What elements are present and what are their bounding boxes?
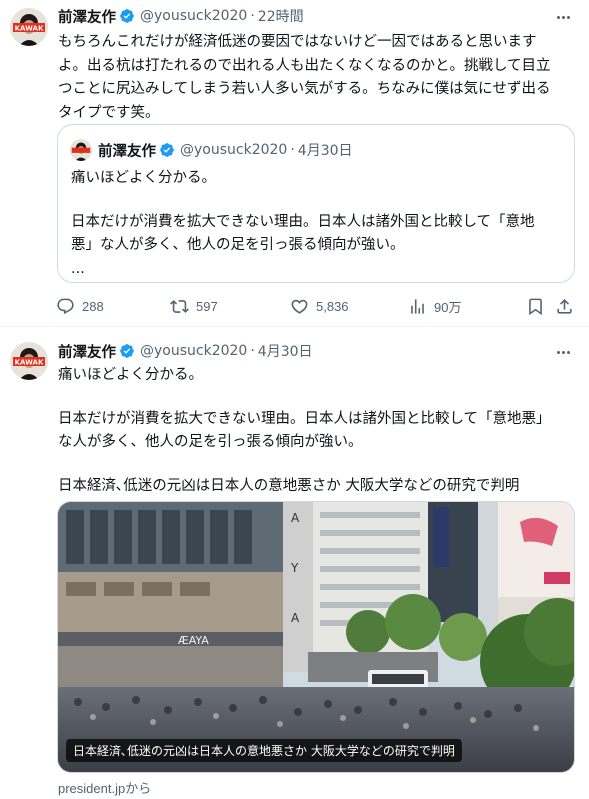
quote-text-line: 痛いほどよく分かる。 <box>71 170 216 186</box>
retweet-button[interactable]: 597 <box>170 294 218 318</box>
views-button[interactable]: 90万 <box>408 294 461 318</box>
svg-text:ÆAYA: ÆAYA <box>178 634 209 647</box>
tweet-text-line: もちろんこれだけが経済低迷の要因ではないけど一因ではあると思います <box>58 34 537 50</box>
separator: · <box>290 142 295 158</box>
timestamp[interactable]: 4月30日 <box>258 341 313 361</box>
link-card-source[interactable]: president.jpから <box>58 778 151 797</box>
tweet[interactable]: KAWAK 前澤友作 @yousuck2020 · 22時間 もちろんこれだけが… <box>0 0 589 326</box>
tweet-text-line: 日本だけが消費を拡大できない理由。日本人は諸外国と比較して「意地悪」 <box>58 410 551 427</box>
bookmark-button[interactable] <box>526 294 545 318</box>
view-count: 90万 <box>434 299 462 315</box>
tweet-header: 前澤友作 @yousuck2020 · 4月30日 <box>58 341 313 361</box>
retweet-count: 597 <box>196 298 218 314</box>
verified-badge-icon <box>120 344 134 358</box>
link-card-caption: 日本経済､低迷の元凶は日本人の意地悪さか 大阪大学などの研究で判明 <box>66 739 462 762</box>
tweet-text: 痛いほどよく分かる。 日本だけが消費を拡大できない理由。日本人は諸外国と比較して… <box>58 364 578 498</box>
author-name[interactable]: 前澤友作 <box>58 341 116 362</box>
link-card-image[interactable]: ÆAYA A Y A 日本経済､低迷の元凶は日本人の意地悪さか 大阪大学などの研… <box>57 501 575 773</box>
more-icon[interactable] <box>553 345 573 359</box>
share-button[interactable] <box>555 294 574 318</box>
share-icon <box>557 298 572 314</box>
quote-timestamp: 4月30日 <box>297 143 353 159</box>
quote-avatar[interactable] <box>70 139 92 161</box>
quote-author-name: 前澤友作 <box>98 143 156 160</box>
tweet-text-line: 痛いほどよく分かる。 <box>58 367 203 383</box>
reply-button[interactable]: 288 <box>56 294 104 318</box>
verified-badge-icon <box>160 143 174 157</box>
avatar[interactable]: KAWAK <box>10 342 48 380</box>
tweet-text-line: 日本経済､低迷の元凶は日本人の意地悪さか 大阪大学などの研究で判明 <box>58 477 520 494</box>
more-icon[interactable] <box>553 10 573 24</box>
author-name[interactable]: 前澤友作 <box>58 6 116 27</box>
quoted-tweet[interactable]: 前澤友作 @yousuck2020 · 4月30日 痛いほどよく分かる。 日本だ… <box>57 124 575 283</box>
tweet[interactable]: KAWAK 前澤友作 @yousuck2020 · 4月30日 痛いほどよく分か… <box>0 327 589 799</box>
quote-text: 痛いほどよく分かる。 日本だけが消費を拡大できない理由。日本人は諸外国と比較して… <box>71 167 567 281</box>
timestamp[interactable]: 22時間 <box>258 6 304 26</box>
tweet-text-line: な人が多く、他人の足を引っ張る傾向が強い。 <box>58 434 363 450</box>
separator: · <box>250 343 255 359</box>
like-icon <box>291 299 308 314</box>
quote-header: 前澤友作 @yousuck2020 · 4月30日 <box>98 140 353 160</box>
like-count: 5,836 <box>316 298 349 314</box>
views-icon <box>411 298 424 314</box>
like-button[interactable]: 5,836 <box>290 294 349 318</box>
tweet-text-line: タイプです笑。 <box>58 104 160 121</box>
street-crossing-photo: ÆAYA A Y A <box>58 502 574 772</box>
tweet-text-line: つことに尻込みしてしまう若い人多い気がする。ちなみに僕は気にせず出る <box>58 81 551 97</box>
svg-text:A: A <box>291 511 300 525</box>
avatar[interactable]: KAWAK <box>10 8 48 46</box>
separator: · <box>250 8 255 24</box>
author-handle[interactable]: @yousuck2020 <box>140 8 247 24</box>
bookmark-icon <box>529 298 542 315</box>
reply-icon <box>57 298 74 314</box>
svg-text:Y: Y <box>290 561 299 575</box>
quote-text-line: 悪」な人が多く、他人の足を引っ張る傾向が強い。 <box>71 237 405 253</box>
tweet-text-line: よ。出る杭は打たれるので出れる人も出たくなくなるのかと。挑戦して目立 <box>58 57 551 74</box>
quote-author-handle: @yousuck2020 <box>180 142 288 158</box>
tweet-header: 前澤友作 @yousuck2020 · 22時間 <box>58 6 304 26</box>
quote-text-line: 日本だけが消費を拡大できない理由。日本人は諸外国と比較して「意地 <box>71 213 535 230</box>
svg-text:KAWAK: KAWAK <box>15 25 44 33</box>
tweet-text: もちろんこれだけが経済低迷の要因ではないけど一因ではあると思います よ。出る杭は… <box>58 31 578 125</box>
quote-ellipsis: ... <box>71 260 85 277</box>
svg-text:A: A <box>291 611 300 625</box>
action-bar: 288 597 5,836 90万 <box>56 294 576 318</box>
author-handle[interactable]: @yousuck2020 <box>140 343 247 359</box>
svg-text:KAWAK: KAWAK <box>15 359 44 367</box>
reply-count: 288 <box>82 298 104 314</box>
retweet-icon <box>170 299 189 313</box>
verified-badge-icon <box>120 9 134 23</box>
